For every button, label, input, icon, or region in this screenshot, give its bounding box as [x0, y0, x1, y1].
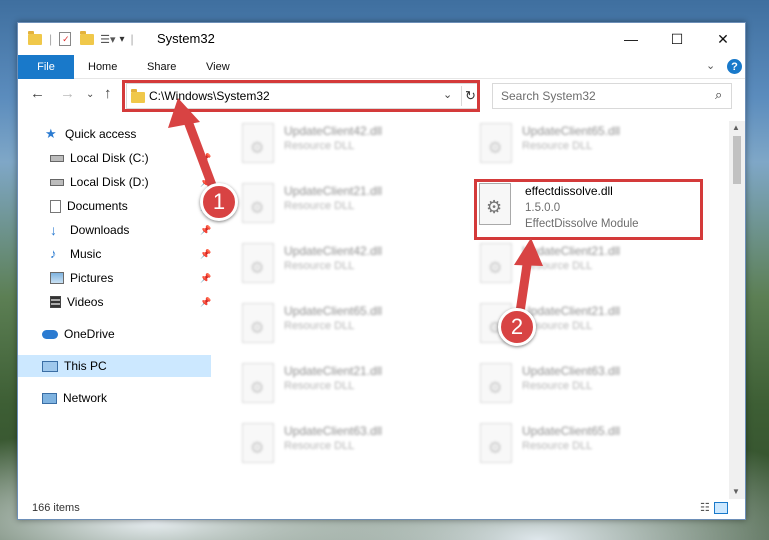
- arrow-2-shaft: [515, 257, 533, 313]
- callout-1: 1: [200, 183, 238, 221]
- annotation-arrows: [168, 98, 543, 313]
- arrow-2-head: [514, 238, 543, 266]
- arrow-1-head: [168, 98, 200, 128]
- callout-2: 2: [498, 308, 536, 346]
